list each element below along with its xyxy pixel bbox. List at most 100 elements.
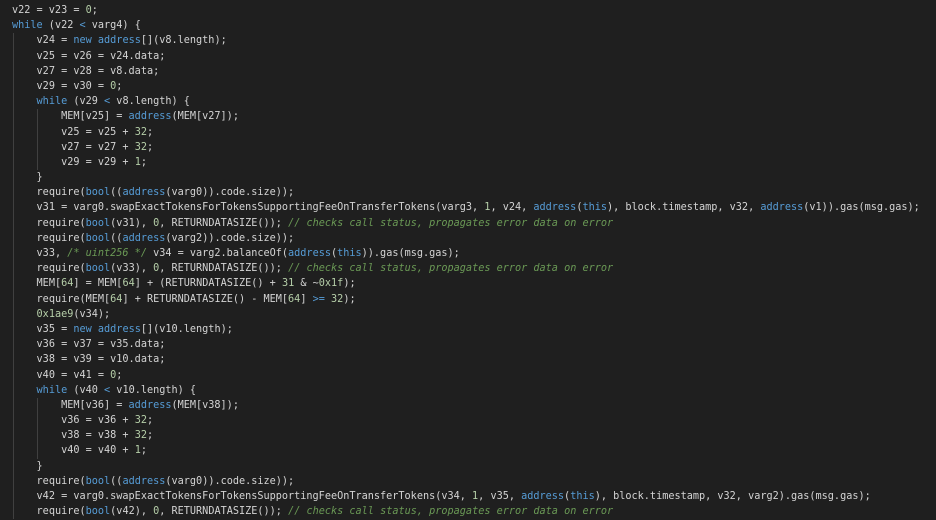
indent-guide [37,109,38,125]
indent-guide [12,321,14,338]
code-token: address [97,323,141,335]
code-token: >= [312,293,325,305]
code-line: v40 = v40 + 1; [12,443,920,459]
code-line: v38 = v39 = v10.data; [12,352,920,368]
code-token: (MEM[v38]); [171,399,239,411]
indent-guide [12,48,14,64]
code-token: 31 [281,278,295,290]
code-token: address [533,202,577,214]
code-line: v29 = v30 = 0; [12,78,920,95]
indent-guide [12,139,14,155]
code-token: v27 = v27 + [61,141,135,153]
code-token: , RETURNDATASIZE()); [159,217,289,229]
code-token: (varg0)).code.size)); [165,475,295,487]
code-token: ; [146,141,154,153]
code-line: while (v22 < varg4) { [12,18,920,33]
indent-guide [12,352,14,368]
code-line: v22 = v23 = 0; [12,3,920,18]
code-token: address [128,111,172,123]
code-token: (v29 [67,96,105,108]
code-token: new [73,323,92,335]
code-line: MEM[v25] = address(MEM[v27]); [12,109,920,125]
code-token: 32 [134,415,147,427]
code-token: bool [85,187,111,199]
code-token: address [97,35,141,47]
indent-guide [12,337,14,353]
indent-guide [12,443,14,459]
indent-guide [12,458,14,474]
code-line: MEM[v36] = address(MEM[v38]); [12,397,920,414]
code-token: v42 = varg0.swapExactTokensForTokensSupp… [36,491,473,502]
indent-guide [12,230,14,246]
code-token: require(MEM[ [36,293,111,305]
code-token: , v35, [478,491,522,502]
code-token: // checks call status, propagates error … [288,506,614,518]
code-line: require(bool(v42), 0, RETURNDATASIZE());… [12,504,920,520]
code-token: bool [85,475,111,487]
code-token: this [570,491,595,502]
code-token: require( [36,232,86,244]
code-token: new [73,35,92,47]
code-line: v36 = v37 = v35.data; [12,337,920,353]
code-token: ] + RETURNDATASIZE() - MEM[ [122,293,289,305]
code-token: ; [116,80,123,92]
code-content[interactable]: v22 = v23 = 0; while (v22 < varg4) { v24 … [12,3,920,520]
code-token: v29 = v30 = [36,80,111,92]
code-token: bool [85,506,111,518]
code-line: } [12,170,920,186]
code-token: ; [146,126,154,138]
code-line: while (v29 < v8.length) { [12,94,920,110]
code-token: v40 = v40 + [61,445,135,457]
code-token: address [288,248,331,259]
code-token: (v31), [110,217,154,229]
code-token: (v34); [73,308,111,320]
indent-guide [12,367,14,383]
code-token: (varg2)).code.size)); [165,232,295,244]
code-token: v33, [36,248,68,259]
code-token: [](v8.length); [140,35,227,47]
code-token: & ~ [294,278,319,290]
code-token: (v42), [110,506,154,518]
code-token: ] + (RETURNDATASIZE() + [134,278,282,290]
code-token: ), block.timestamp, v32, [607,202,761,214]
code-token: (( [110,187,123,199]
indent-guide [12,397,14,414]
code-token: bool [85,217,111,229]
code-token: (( [110,232,123,244]
code-token: , v24, [490,202,534,214]
code-token: require( [36,217,86,229]
code-line: v24 = new address[](v8.length); [12,33,920,49]
code-token: MEM[v25] = [61,111,129,123]
code-line: while (v40 < v10.length) { [12,382,920,398]
code-token: ] [300,293,313,305]
code-line: require(bool(v33), 0, RETURNDATASIZE());… [12,261,920,277]
indent-guide [12,170,14,186]
code-token: v10.length) { [110,384,197,396]
code-token: /* uint256 */ [67,248,147,259]
code-token: address [122,232,166,244]
indent-guide [12,78,14,95]
code-editor[interactable]: v22 = v23 = 0; while (v22 < varg4) { v24 … [0,0,936,520]
code-token: 0x1f [318,278,344,290]
code-token: address [760,202,804,214]
code-line: } [12,458,920,474]
indent-guide [12,261,14,277]
code-token: , RETURNDATASIZE()); [159,506,289,518]
indent-guide [12,215,14,231]
code-token: , RETURNDATASIZE()); [159,263,289,275]
code-line: require(bool(v31), 0, RETURNDATASIZE());… [12,215,920,231]
code-token: ; [146,430,154,442]
indent-guide [12,200,14,216]
code-token: // checks call status, propagates error … [288,217,614,229]
